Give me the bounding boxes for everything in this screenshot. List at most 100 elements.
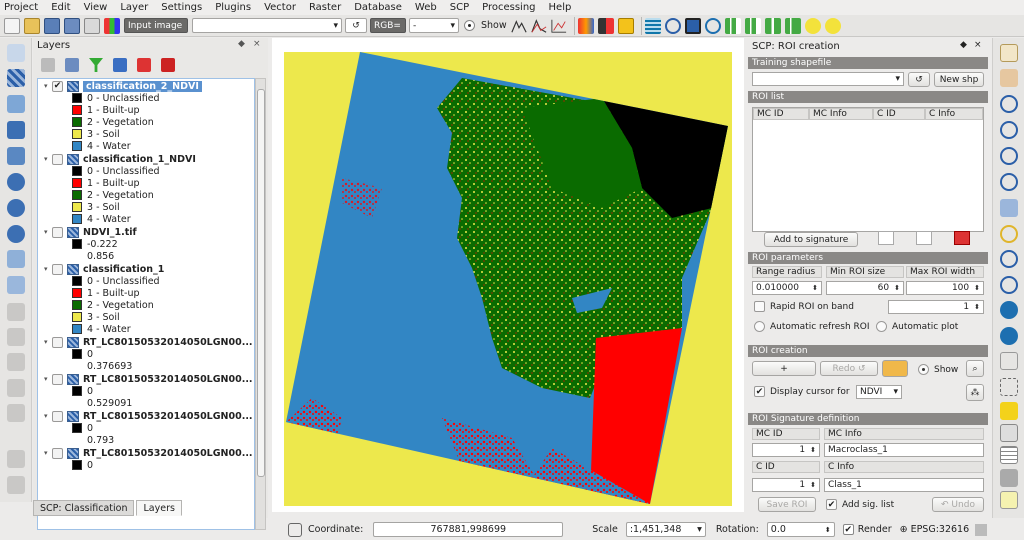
deselect-icon[interactable]: [1000, 402, 1018, 420]
layer-name[interactable]: classification_1: [83, 264, 164, 275]
roi-col-c-info[interactable]: C Info: [925, 108, 983, 120]
layer-row[interactable]: ▾ classification_1_NDVI: [38, 153, 254, 165]
show-radio[interactable]: [464, 20, 475, 31]
layer-row[interactable]: ▾ RT_LC80150532014050LGN00...: [38, 373, 254, 385]
spectral-plot-icon[interactable]: [878, 231, 894, 245]
add-group-icon[interactable]: [65, 58, 79, 72]
new-roi-button[interactable]: +: [752, 361, 816, 376]
layer-name[interactable]: RT_LC80150532014050LGN00...: [83, 337, 253, 348]
add-delimited-text-icon[interactable]: [7, 250, 25, 268]
rgb-select[interactable]: - ▾: [409, 18, 459, 33]
layer-row[interactable]: ▾ RT_LC80150532014050LGN00...: [38, 410, 254, 422]
refresh-input-button[interactable]: ↺: [345, 18, 367, 33]
expand-arrow-icon[interactable]: ▾: [44, 375, 52, 383]
zoom-roi-icon[interactable]: ⌕: [966, 360, 984, 377]
trash-icon[interactable]: [7, 450, 25, 468]
coordinate-field[interactable]: 767881,998699: [373, 522, 564, 537]
draw-roi-icon[interactable]: [882, 360, 908, 377]
add-raster-icon[interactable]: [7, 69, 25, 87]
tab-scp-classification[interactable]: SCP: Classification: [33, 500, 135, 516]
layer-row[interactable]: ▾ RT_LC80150532014050LGN00...: [38, 336, 254, 348]
layer-name[interactable]: classification_2_NDVI: [83, 80, 202, 92]
c-id-spinbox[interactable]: 1 ⬍: [752, 478, 820, 492]
attribute-table-icon[interactable]: [1000, 446, 1018, 464]
zoom-to-layer-icon[interactable]: [1000, 225, 1018, 243]
statistics-icon[interactable]: [1000, 469, 1018, 487]
min-roi-size-spinbox[interactable]: 60 ⬍: [826, 281, 904, 295]
range-radius-spinbox[interactable]: 0.010000 ⬍: [752, 281, 822, 295]
add-star-2-icon[interactable]: [824, 17, 841, 34]
layer-row[interactable]: ▾ NDVI_1.tif: [38, 226, 254, 238]
refresh-map-icon[interactable]: [1000, 301, 1018, 319]
band-calc-icon[interactable]: [597, 17, 614, 34]
add-star-icon[interactable]: [804, 17, 821, 34]
layer-tree-scrollbar[interactable]: [255, 78, 266, 530]
zoom-to-selection-icon[interactable]: [1000, 199, 1018, 217]
layer-name[interactable]: RT_LC80150532014050LGN00...: [83, 448, 253, 459]
delete-layer-icon[interactable]: [7, 328, 25, 346]
scale-combo[interactable]: :1,451,348 ▾: [625, 522, 706, 537]
expand-all-icon[interactable]: [113, 58, 127, 72]
layer-visibility-checkbox[interactable]: [52, 153, 63, 165]
add-wcs-icon[interactable]: [7, 199, 25, 217]
layer-visibility-checkbox[interactable]: [52, 373, 63, 385]
layer-name[interactable]: RT_LC80150532014050LGN00...: [83, 374, 253, 385]
spectral-signature-icon[interactable]: [530, 18, 547, 34]
show-roi-radio[interactable]: [918, 364, 929, 375]
zoom-full-icon[interactable]: [1000, 173, 1018, 191]
print-composer-icon[interactable]: [84, 17, 100, 34]
spin-arrows-icon[interactable]: ⬍: [812, 284, 818, 292]
messages-icon[interactable]: [288, 522, 302, 537]
layer-visibility-checkbox[interactable]: [52, 410, 63, 422]
undo-button[interactable]: ↶ Undo: [932, 497, 984, 512]
annotation-icon[interactable]: [1000, 491, 1018, 509]
layer-visibility-checkbox[interactable]: [52, 263, 63, 275]
new-shapefile-button[interactable]: New shp: [934, 72, 984, 87]
histogram-3-icon[interactable]: [764, 17, 781, 34]
float-panel-icon[interactable]: ◆: [238, 39, 245, 49]
pan-hand-icon[interactable]: [1000, 44, 1018, 62]
expand-arrow-icon[interactable]: ▾: [44, 449, 52, 457]
classification-map[interactable]: [272, 38, 744, 512]
layer-properties-icon[interactable]: [7, 379, 25, 397]
crs-globe-icon[interactable]: ⊕: [900, 524, 908, 535]
menu-layer[interactable]: Layer: [120, 2, 148, 13]
map-canvas[interactable]: [272, 38, 744, 512]
monitor-icon[interactable]: [684, 17, 701, 34]
auto-refresh-roi-radio[interactable]: [754, 321, 765, 332]
spin-arrows-icon[interactable]: ⬍: [974, 284, 980, 292]
histogram-2-icon[interactable]: [744, 17, 761, 34]
tab-layers[interactable]: Layers: [136, 500, 182, 516]
menu-database[interactable]: Database: [354, 2, 402, 13]
scrollbar-thumb[interactable]: [257, 89, 265, 477]
max-roi-width-spinbox[interactable]: 100 ⬍: [906, 281, 984, 295]
classification-preview-icon[interactable]: [577, 17, 594, 34]
layer-name[interactable]: NDVI_1.tif: [83, 227, 137, 238]
layer-style-icon[interactable]: [7, 404, 25, 422]
scatter-plot-icon[interactable]: [916, 231, 932, 245]
c-info-input[interactable]: Class_1: [824, 478, 984, 492]
zoom-native-icon[interactable]: [1000, 147, 1018, 165]
mc-id-spinbox[interactable]: 1 ⬍: [752, 443, 820, 457]
add-wfs-icon[interactable]: [7, 225, 25, 243]
search-tool-icon[interactable]: [664, 17, 681, 34]
zoom-in-icon[interactable]: [1000, 95, 1018, 113]
remove-layer-icon[interactable]: [7, 353, 25, 371]
spin-arrows-icon[interactable]: ⬍: [974, 303, 980, 311]
menu-edit[interactable]: Edit: [51, 2, 70, 13]
histogram-4-icon[interactable]: [784, 17, 801, 34]
spin-arrows-icon[interactable]: ⬍: [810, 481, 816, 489]
pan-to-selection-icon[interactable]: [1000, 69, 1018, 87]
log-messages-icon[interactable]: [975, 523, 988, 536]
calculator-icon[interactable]: [644, 17, 661, 34]
rapid-roi-band-spinbox[interactable]: 1 ⬍: [888, 300, 984, 314]
menu-raster[interactable]: Raster: [309, 2, 341, 13]
menu-scp[interactable]: SCP: [450, 2, 469, 13]
redo-button[interactable]: Redo ↺: [820, 361, 878, 376]
roi-table[interactable]: MC ID MC Info C ID C Info: [752, 107, 984, 232]
auto-plot-radio[interactable]: [876, 321, 887, 332]
remove-layer-panel-icon[interactable]: [161, 58, 175, 72]
spin-arrows-icon[interactable]: ⬍: [894, 284, 900, 292]
layer-visibility-checkbox[interactable]: [52, 336, 63, 348]
spin-arrows-icon[interactable]: ⬍: [825, 526, 831, 534]
